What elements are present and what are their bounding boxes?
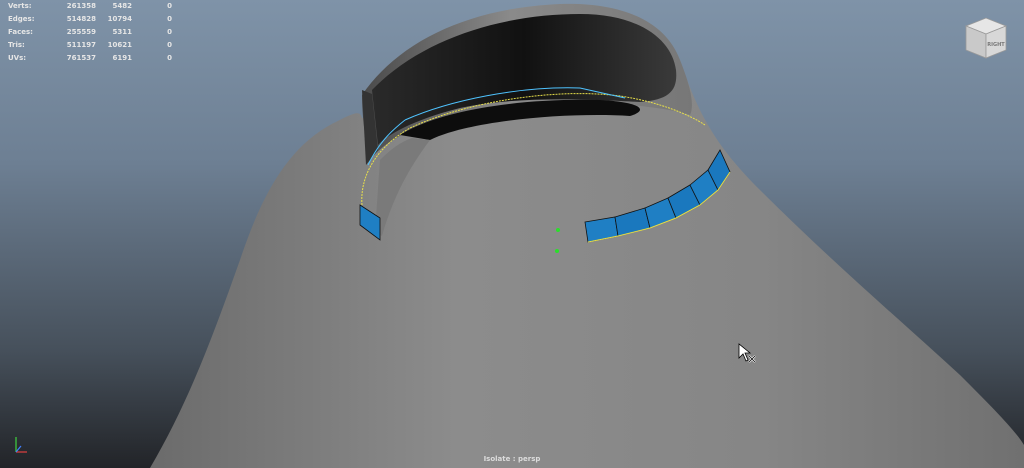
hud-total: 761537	[66, 54, 96, 62]
hud-highlighted: 0	[167, 28, 172, 36]
hud-total: 514828	[66, 15, 96, 23]
3d-viewport[interactable]	[0, 0, 1024, 468]
hud-selected: 10621	[107, 41, 132, 49]
hud-selected: 5311	[112, 28, 132, 36]
hud-selected: 10794	[107, 15, 132, 23]
mesh-render	[150, 3, 1024, 468]
hud-total: 261358	[66, 2, 96, 10]
pivot-point	[556, 228, 560, 232]
hud-selected: 5482	[112, 2, 132, 10]
viewcube-face-label: RIGHT	[987, 42, 1005, 48]
viewcube-icon[interactable]: RIGHT	[962, 14, 1010, 62]
garment-body	[150, 60, 1024, 468]
hud-row-uvs: UVs: 761537 6191 0	[0, 52, 180, 65]
hud-highlighted: 0	[167, 15, 172, 23]
hud-total: 511197	[66, 41, 96, 49]
hud-row-faces: Faces: 255559 5311 0	[0, 26, 180, 39]
hud-label: Verts:	[8, 2, 32, 10]
hud-label: Faces:	[8, 28, 33, 36]
hud-highlighted: 0	[167, 2, 172, 10]
hud-selected: 6191	[112, 54, 132, 62]
move-cursor-icon	[738, 343, 758, 365]
hud-label: UVs:	[8, 54, 27, 62]
hud-highlighted: 0	[167, 54, 172, 62]
viewport-status-label: Isolate : persp	[483, 455, 541, 463]
hud-total: 255559	[66, 28, 96, 36]
poly-count-hud: Verts: 261358 5482 0 Edges: 514828 10794…	[0, 0, 180, 65]
hud-row-verts: Verts: 261358 5482 0	[0, 0, 180, 13]
pivot-point	[555, 249, 559, 253]
hud-label: Tris:	[8, 41, 25, 49]
hud-row-edges: Edges: 514828 10794 0	[0, 13, 180, 26]
hud-label: Edges:	[8, 15, 35, 23]
hud-highlighted: 0	[167, 41, 172, 49]
hud-row-tris: Tris: 511197 10621 0	[0, 39, 180, 52]
